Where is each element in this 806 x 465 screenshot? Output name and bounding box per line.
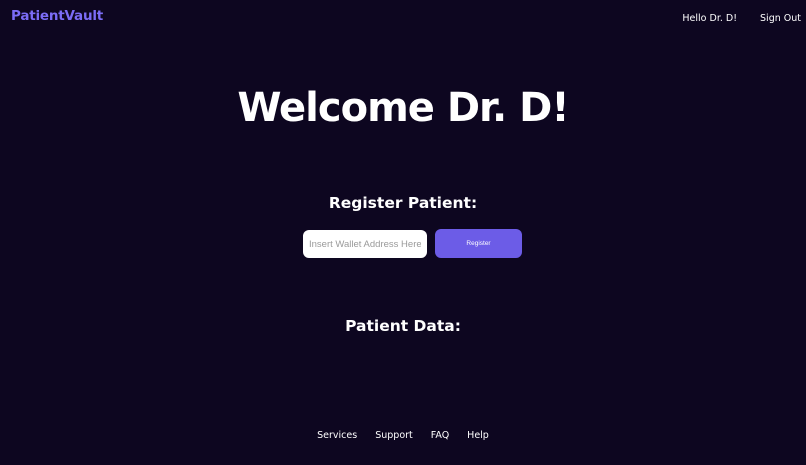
brand-logo[interactable]: PatientVault: [11, 8, 103, 24]
welcome-heading: Welcome Dr. D!: [237, 85, 569, 131]
footer-link-services[interactable]: Services: [317, 430, 357, 441]
wallet-address-input[interactable]: [303, 230, 427, 258]
register-button[interactable]: Register: [435, 229, 522, 258]
page: PatientVault Hello Dr. D! Sign Out Welco…: [0, 0, 806, 465]
footer-nav: Services Support FAQ Help: [0, 430, 806, 441]
sign-out-link[interactable]: Sign Out: [760, 13, 801, 24]
footer-link-help[interactable]: Help: [467, 430, 489, 441]
greeting-link[interactable]: Hello Dr. D!: [682, 13, 737, 24]
top-nav: Hello Dr. D! Sign Out: [682, 13, 801, 24]
footer-link-support[interactable]: Support: [375, 430, 413, 441]
patient-data-heading: Patient Data:: [345, 317, 461, 335]
register-patient-heading: Register Patient:: [328, 194, 478, 212]
footer-link-faq[interactable]: FAQ: [431, 430, 449, 441]
